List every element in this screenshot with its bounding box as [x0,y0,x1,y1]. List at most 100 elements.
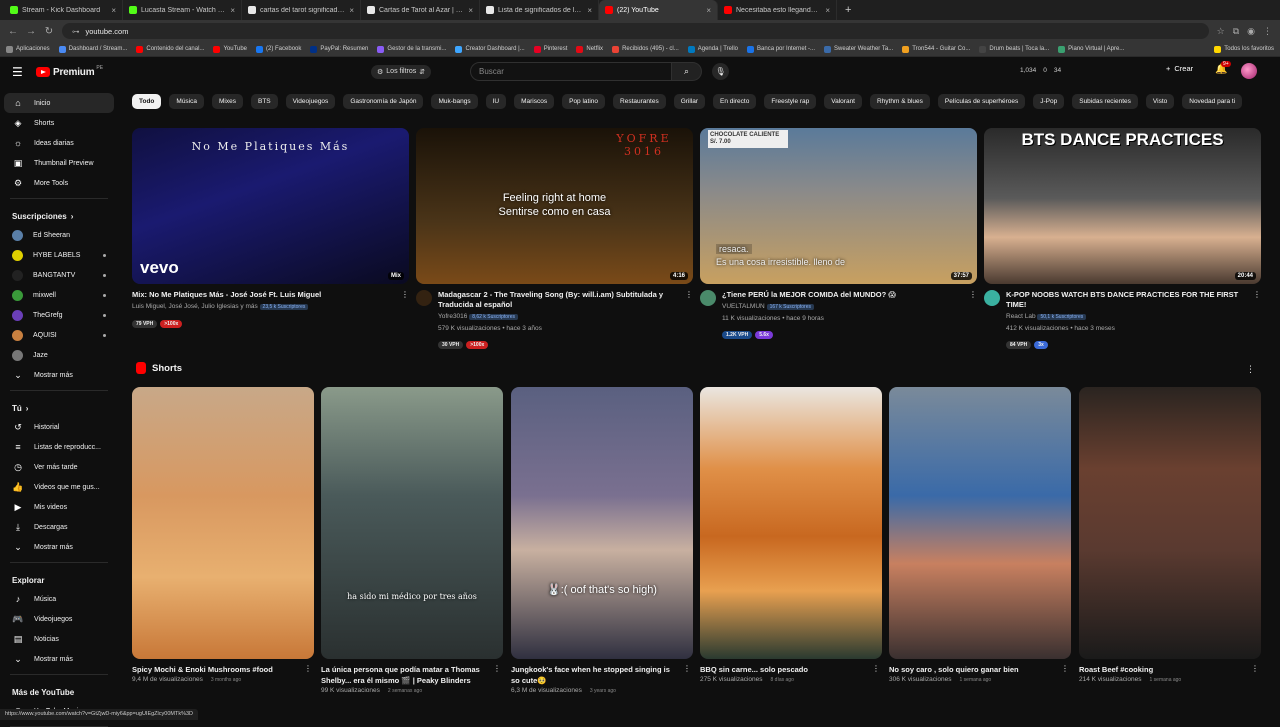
chip-pel-culas-de-superh-roes[interactable]: Películas de superhéroes [938,94,1025,109]
short-card[interactable]: Roast Beef #cooking⋮214 K visualizacione… [1079,387,1261,683]
sidebar-subscription[interactable]: HYBE LABELS [4,245,114,265]
video-title[interactable]: K-POP NOOBS WATCH BTS DANCE PRACTICES FO… [1006,290,1249,310]
subs-show-more[interactable]: ⌄Mostrar más [4,365,114,385]
video-thumbnail[interactable]: CHOCOLATE CALIENTE S/. 7.00resaca.Es una… [700,128,977,284]
short-card[interactable]: No soy caro , solo quiero ganar bien⋮306… [889,387,1071,683]
filters-button[interactable]: ⚙Los filtros⇵ [371,65,431,79]
video-card[interactable]: CHOCOLATE CALIENTE S/. 7.00resaca.Es una… [700,128,977,341]
site-info-icon[interactable]: ⊶ [72,27,80,36]
sidebar-item-historial[interactable]: ↺Historial [4,417,114,437]
short-title[interactable]: No soy caro , solo quiero ganar bien [889,664,1071,675]
short-title[interactable]: BBQ sin carne... solo pescado [700,664,882,675]
shorts-more-icon[interactable]: ⋮ [1246,364,1255,375]
chip-mixes[interactable]: Mixes [212,94,243,109]
browser-tab[interactable]: (22) YouTube× [599,0,718,20]
explore-heading[interactable]: Explorar [4,568,114,589]
video-title[interactable]: Madagascar 2 - The Traveling Song (By: w… [438,290,681,310]
extensions-icon[interactable]: ⧉ [1233,26,1239,37]
video-thumbnail[interactable]: No Me Platiques MásvevoMix [132,128,409,284]
bookmark-item[interactable]: Pinterest [534,46,568,53]
chip-visto[interactable]: Visto [1146,94,1174,109]
close-tab-icon[interactable]: × [111,6,116,15]
extension-stats[interactable]: 1,034 0 34 [1020,67,1061,74]
close-tab-icon[interactable]: × [825,6,830,15]
short-title[interactable]: La única persona que podía matar a Thoma… [321,664,503,686]
short-title[interactable]: Spicy Mochi & Enoki Mushrooms #food [132,664,314,675]
sidebar-item-mostrar-m-s[interactable]: ⌄Mostrar más [4,649,114,669]
sidebar-item-thumbnail-preview[interactable]: ▣Thumbnail Preview [4,153,114,173]
browser-tab[interactable]: cartas del tarot significado - Bu× [242,0,361,20]
short-more-icon[interactable]: ⋮ [304,664,312,673]
video-thumbnail[interactable]: BTS DANCE PRACTICES20:44 [984,128,1261,284]
subscriptions-heading[interactable]: Suscripciones› [4,204,114,225]
video-title[interactable]: Mix: No Me Platiques Más - José José Ft.… [132,290,321,300]
sidebar-subscription[interactable]: mixwell [4,285,114,305]
video-more-icon[interactable]: ⋮ [401,290,409,299]
close-tab-icon[interactable]: × [706,6,711,15]
browser-tab[interactable]: Necesitaba esto llegando de Jap× [718,0,837,20]
short-card[interactable]: BBQ sin carne... solo pescado⋮275 K visu… [700,387,882,683]
sidebar-item-videos-que-me-gus-[interactable]: 👍Videos que me gus... [4,477,114,497]
bookmark-item[interactable]: Tron544 - Guitar Co... [902,46,970,53]
sidebar-item-ver-m-s-tarde[interactable]: ◷Ver más tarde [4,457,114,477]
url-field[interactable]: ⊶youtube.com [62,23,1209,39]
bookmark-item[interactable]: Sweater Weather Ta... [824,46,893,53]
search-input[interactable]: Buscar [470,62,672,81]
chip-pop-latino[interactable]: Pop latino [562,94,605,109]
close-tab-icon[interactable]: × [587,6,592,15]
bookmark-star-icon[interactable]: ☆ [1217,26,1225,37]
browser-tab[interactable]: Lucasta Stream - Watch Live on× [123,0,242,20]
short-card[interactable]: Spicy Mochi & Enoki Mushrooms #food⋮9,4 … [132,387,314,683]
short-title[interactable]: Jungkook's face when he stopped singing … [511,664,693,686]
browser-tab[interactable]: Cartas de Tarot al Azar | Barajo× [361,0,480,20]
short-more-icon[interactable]: ⋮ [493,664,501,673]
short-title[interactable]: Roast Beef #cooking [1079,664,1261,675]
channel-name[interactable]: Luis Miguel, José José, Julio Iglesias y… [132,303,258,310]
you-heading[interactable]: Tú› [4,396,114,417]
video-more-icon[interactable]: ⋮ [685,290,693,299]
short-thumbnail[interactable] [132,387,314,659]
bookmark-item[interactable]: Agenda | Trello [688,46,738,53]
short-more-icon[interactable]: ⋮ [872,664,880,673]
video-title[interactable]: ¿Tiene PERÚ la MEJOR COMIDA del MUNDO? 😱 [722,290,896,300]
chip-m-sica[interactable]: Música [169,94,204,109]
bookmark-item[interactable]: Dashboard / Stream... [59,46,128,53]
sidebar-subscription[interactable]: Ed Sheeran [4,225,114,245]
sidebar-item-listas-de-reproducc-[interactable]: ≡Listas de reproducc... [4,437,114,457]
bookmark-item[interactable]: Banca por Internet -... [747,46,815,53]
channel-name[interactable]: React Lab [1006,313,1036,320]
sidebar-item-mis-videos[interactable]: ▶Mis videos [4,497,114,517]
bookmark-item[interactable]: Contenido del canal... [136,46,204,53]
short-thumbnail[interactable] [700,387,882,659]
short-more-icon[interactable]: ⋮ [683,664,691,673]
youtube-logo[interactable]: PremiumPE [36,67,103,78]
browser-tab[interactable]: Stream - Kick Dashboard× [4,0,123,20]
video-more-icon[interactable]: ⋮ [969,290,977,299]
bookmark-item[interactable]: Netflix [576,46,603,53]
chip-valorant[interactable]: Valorant [824,94,862,109]
chip-grillar[interactable]: Grillar [674,94,705,109]
video-card[interactable]: No Me Platiques MásvevoMix Mix: No Me Pla… [132,128,409,330]
sidebar-item-more-tools[interactable]: ⚙More Tools [4,173,114,193]
create-button[interactable]: +Crear [1166,64,1193,73]
bookmark-item[interactable]: Recibidos (495) - cl... [612,46,679,53]
chip-freestyle-rap[interactable]: Freestyle rap [764,94,816,109]
bookmark-item[interactable]: PayPal: Resumen [310,46,368,53]
short-thumbnail[interactable]: ha sido mi médico por tres años [321,387,503,659]
bookmark-item[interactable]: (2) Facebook [256,46,301,53]
channel-avatar[interactable] [416,290,432,306]
bookmark-item[interactable]: Gestor de la transmi... [377,46,446,53]
new-tab-icon[interactable]: + [837,4,859,16]
sidebar-item-m-sica[interactable]: ♪Música [4,589,114,609]
account-avatar[interactable] [1241,63,1257,79]
more-youtube-heading[interactable]: Más de YouTube [4,680,114,701]
short-thumbnail[interactable] [1079,387,1261,659]
voice-search-button[interactable]: 🎙 [712,63,729,80]
chip-novedad-para-ti[interactable]: Novedad para ti [1182,94,1242,109]
forward-icon[interactable]: → [26,26,36,37]
channel-avatar[interactable] [700,290,716,306]
chip-rhythm-blues[interactable]: Rhythm & blues [870,94,930,109]
browser-menu-icon[interactable]: ⋮ [1263,26,1272,37]
bookmark-item[interactable]: Aplicaciones [6,46,50,53]
sidebar-subscription[interactable]: Jaze [4,345,114,365]
